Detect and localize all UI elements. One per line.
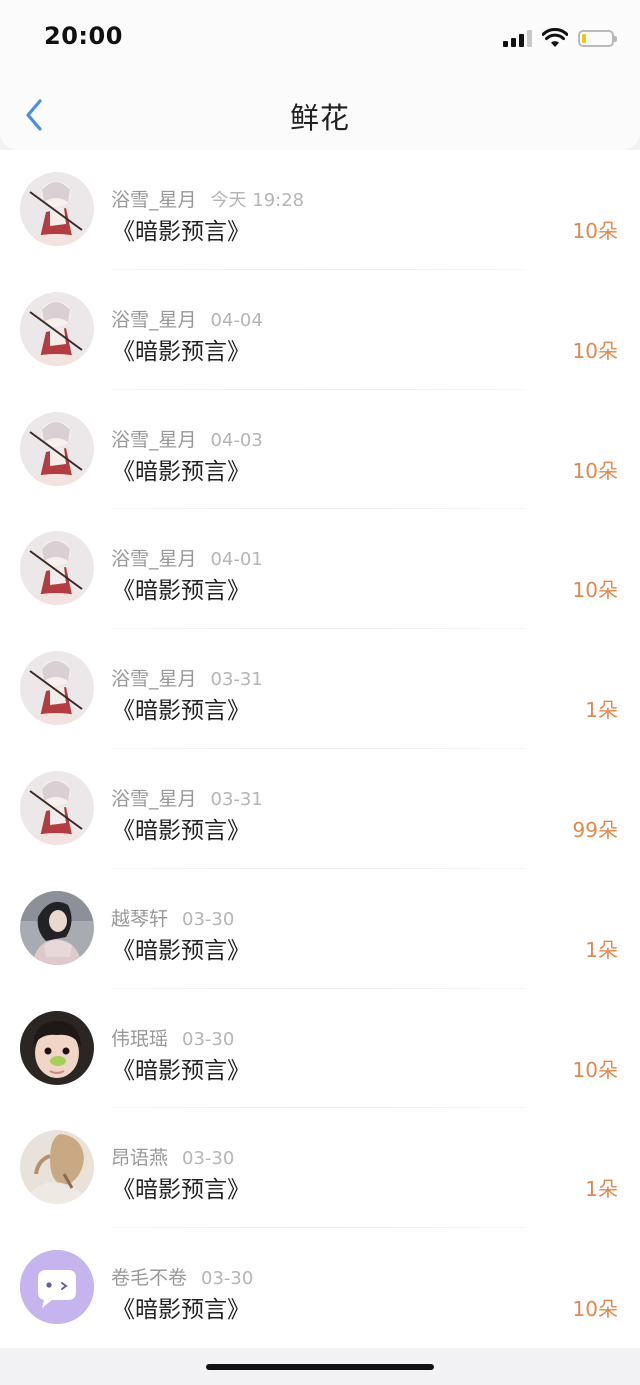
user-name: 伟珉瑶 (111, 1027, 169, 1050)
battery-icon (578, 29, 617, 47)
user-name: 浴雪_星月 (111, 428, 197, 451)
page-title: 鲜花 (289, 101, 350, 135)
user-name-line: 浴雪_星月 04-04 (111, 305, 263, 332)
flower-count: 10朵 (572, 1297, 618, 1322)
timestamp: 03-31 (210, 669, 263, 691)
list-item[interactable]: 卷毛不卷 03-30 《暗影预言》 10朵 (0, 1228, 640, 1348)
anime-girl-avatar[interactable] (20, 770, 94, 845)
wifi-icon (542, 28, 568, 47)
user-name: 浴雪_星月 (111, 308, 197, 331)
timestamp: 04-01 (210, 549, 263, 571)
status-time: 20:00 (44, 22, 123, 50)
list-item[interactable]: 浴雪_星月 03-31 《暗影预言》 1朵 (0, 629, 640, 749)
bottom-bar (0, 1348, 640, 1385)
flower-count: 10朵 (572, 1057, 618, 1082)
book-title: 《暗影预言》 (112, 1057, 250, 1084)
anime-girl-avatar[interactable] (20, 651, 94, 726)
flower-count: 1朵 (585, 698, 618, 723)
list-item[interactable]: 浴雪_星月 今天 19:28 《暗影预言》 10朵 (0, 150, 640, 270)
timestamp: 03-31 (210, 788, 263, 810)
user-name: 浴雪_星月 (111, 668, 197, 691)
list-item[interactable]: 越琴轩 03-30 《暗影预言》 1朵 (0, 869, 640, 989)
list-item[interactable]: 昂语燕 03-30 《暗影预言》 1朵 (0, 1108, 640, 1229)
child-photo-avatar[interactable] (20, 1010, 94, 1085)
timestamp: 今天 19:28 (210, 190, 305, 211)
list-item[interactable]: 浴雪_星月 04-03 《暗影预言》 10朵 (0, 390, 640, 510)
book-title: 《暗影预言》 (112, 338, 250, 365)
user-name-line: 浴雪_星月 03-31 (111, 784, 263, 811)
book-title: 《暗影预言》 (112, 219, 250, 245)
user-name: 浴雪_星月 (111, 189, 197, 211)
woman-back-photo-avatar[interactable] (20, 1130, 94, 1205)
user-name: 浴雪_星月 (111, 787, 197, 810)
user-name: 昂语燕 (111, 1147, 169, 1170)
user-name-line: 浴雪_星月 04-03 (111, 425, 263, 452)
book-title: 《暗影预言》 (112, 1297, 250, 1324)
flower-count: 10朵 (572, 458, 618, 483)
status-icons (503, 26, 617, 50)
timestamp: 03-30 (182, 1028, 235, 1050)
woman-photo-avatar[interactable] (20, 890, 94, 965)
anime-girl-avatar[interactable] (20, 531, 94, 606)
user-name-line: 卷毛不卷 03-30 (111, 1263, 253, 1290)
book-title: 《暗影预言》 (112, 817, 250, 844)
anime-girl-avatar[interactable] (20, 411, 94, 486)
user-name: 越琴轩 (111, 907, 169, 930)
timestamp: 04-04 (210, 309, 263, 331)
user-name-line: 浴雪_星月 03-31 (111, 664, 263, 691)
timestamp: 03-30 (201, 1268, 254, 1290)
flower-count: 1朵 (585, 937, 618, 962)
flower-records-screen: 20:00 鲜花 浴雪_星月 今天 19:28 《暗影预言》 10朵 浴雪_星月… (0, 0, 640, 1385)
timestamp: 03-30 (182, 908, 235, 930)
list-item[interactable]: 浴雪_星月 04-04 《暗影预言》 10朵 (0, 270, 640, 390)
flower-count: 10朵 (572, 219, 618, 243)
default-chat-avatar[interactable] (20, 1250, 94, 1325)
user-name-line: 越琴轩 03-30 (111, 904, 234, 931)
flower-count: 1朵 (585, 1177, 618, 1202)
user-name-line: 昂语燕 03-30 (111, 1143, 234, 1170)
flower-count: 10朵 (572, 578, 618, 603)
timestamp: 03-30 (182, 1148, 235, 1170)
list-item[interactable]: 浴雪_星月 04-01 《暗影预言》 10朵 (0, 509, 640, 630)
user-name-line: 浴雪_星月 今天 19:28 (111, 185, 304, 212)
navigation-header: 20:00 鲜花 (0, 0, 640, 151)
flower-count: 99朵 (572, 817, 618, 842)
anime-girl-avatar[interactable] (20, 172, 94, 246)
book-title: 《暗影预言》 (112, 578, 250, 605)
cellular-signal-icon (503, 29, 532, 47)
list-item[interactable]: 伟珉瑶 03-30 《暗影预言》 10朵 (0, 989, 640, 1109)
timestamp: 04-03 (210, 429, 263, 451)
flower-list: 浴雪_星月 今天 19:28 《暗影预言》 10朵 浴雪_星月 04-04 《暗… (0, 150, 640, 1348)
list-item[interactable]: 浴雪_星月 03-31 《暗影预言》 99朵 (0, 749, 640, 869)
user-name: 浴雪_星月 (111, 548, 197, 571)
book-title: 《暗影预言》 (112, 698, 250, 725)
anime-girl-avatar[interactable] (20, 291, 94, 366)
flower-count: 10朵 (572, 338, 618, 363)
user-name-line: 伟珉瑶 03-30 (111, 1024, 234, 1051)
book-title: 《暗影预言》 (112, 1177, 250, 1204)
book-title: 《暗影预言》 (112, 458, 250, 485)
home-indicator[interactable] (206, 1364, 434, 1370)
user-name-line: 浴雪_星月 04-01 (111, 544, 263, 571)
book-title: 《暗影预言》 (112, 937, 250, 964)
user-name: 卷毛不卷 (111, 1267, 188, 1290)
